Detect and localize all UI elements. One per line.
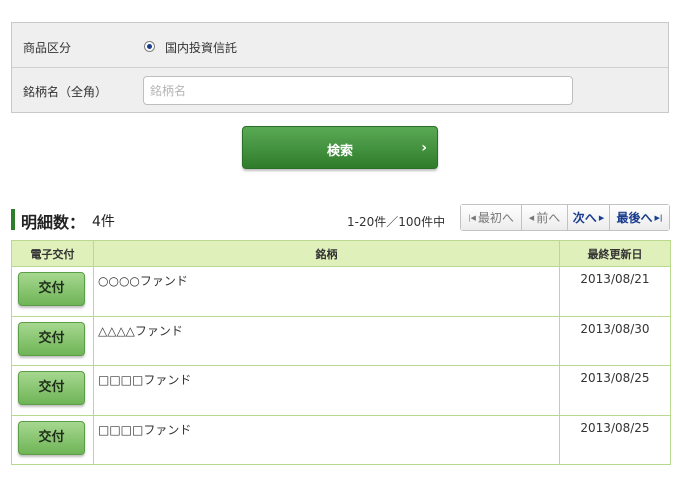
issue-cell: 交付 xyxy=(11,414,94,465)
fund-name-label: 銘柄名（全角） xyxy=(23,85,108,99)
section-marker xyxy=(11,209,15,230)
chevron-right-icon: › xyxy=(421,140,427,156)
fund-name-cell: ○○○○ファンド xyxy=(93,266,560,317)
pager-next-button[interactable]: 次へ ▶ xyxy=(568,205,610,230)
table-row: 交付 □□□□ファンド 2013/08/25 xyxy=(11,414,671,465)
date-cell: 2013/08/25 xyxy=(559,365,671,416)
fund-name-cell: □□□□ファンド xyxy=(93,414,560,465)
category-radio[interactable] xyxy=(144,41,155,52)
table-header-row: 電子交付 銘柄 最終更新日 xyxy=(11,240,671,267)
search-button[interactable]: 検索 › xyxy=(242,126,438,169)
table-row: 交付 □□□□ファンド 2013/08/25 xyxy=(11,365,671,416)
skip-forward-icon: ▶| xyxy=(654,213,663,222)
search-button-label: 検索 xyxy=(326,144,353,159)
date-cell: 2013/08/25 xyxy=(559,414,671,465)
range-text: 1-20件／100件中 xyxy=(347,215,446,229)
issue-cell: 交付 xyxy=(11,315,94,366)
header-last-updated: 最終更新日 xyxy=(559,240,671,267)
pager-prev-label: 前へ xyxy=(536,211,561,225)
date-cell: 2013/08/30 xyxy=(559,315,671,366)
category-option-label[interactable]: 国内投資信託 xyxy=(165,39,237,56)
issue-button[interactable]: 交付 xyxy=(18,321,85,356)
fund-name-cell: △△△△ファンド xyxy=(93,315,560,366)
category-label: 商品区分 xyxy=(23,41,72,55)
fund-name-input[interactable] xyxy=(143,76,573,105)
issue-button[interactable]: 交付 xyxy=(18,272,85,306)
issue-button[interactable]: 交付 xyxy=(18,420,85,455)
issue-cell: 交付 xyxy=(11,365,94,416)
pager-last-label: 最後へ xyxy=(616,211,653,225)
pager-next-label: 次へ xyxy=(572,211,597,225)
pager-first-label: 最初へ xyxy=(477,211,514,225)
table-row: 交付 ○○○○ファンド 2013/08/21 xyxy=(11,266,671,317)
count-label: 明細数： xyxy=(21,213,86,232)
pager-last-button[interactable]: 最後へ ▶| xyxy=(610,205,669,230)
results-table: 電子交付 銘柄 最終更新日 交付 ○○○○ファンド 2013/08/21 交付 … xyxy=(11,240,671,465)
search-form: 商品区分 国内投資信託 銘柄名（全角） xyxy=(11,22,669,113)
fund-name-cell: □□□□ファンド xyxy=(93,365,560,416)
pagination: |◀ 最初へ ◀ 前へ 次へ ▶ 最後へ ▶| xyxy=(460,204,670,231)
pager-first-button[interactable]: |◀ 最初へ xyxy=(461,205,522,230)
pager-prev-button[interactable]: ◀ 前へ xyxy=(522,205,568,230)
arrow-left-icon: ◀ xyxy=(528,213,535,222)
issue-cell: 交付 xyxy=(11,266,94,317)
category-row: 商品区分 国内投資信託 xyxy=(12,23,668,68)
table-row: 交付 △△△△ファンド 2013/08/30 xyxy=(11,315,671,366)
skip-back-icon: |◀ xyxy=(468,213,476,222)
count-value: 4件 xyxy=(92,214,115,230)
issue-button[interactable]: 交付 xyxy=(18,371,85,405)
header-e-delivery: 電子交付 xyxy=(11,240,94,267)
header-fund-name: 銘柄 xyxy=(93,240,560,267)
fund-name-row: 銘柄名（全角） xyxy=(12,68,668,113)
date-cell: 2013/08/21 xyxy=(559,266,671,317)
arrow-right-icon: ▶ xyxy=(598,213,605,222)
